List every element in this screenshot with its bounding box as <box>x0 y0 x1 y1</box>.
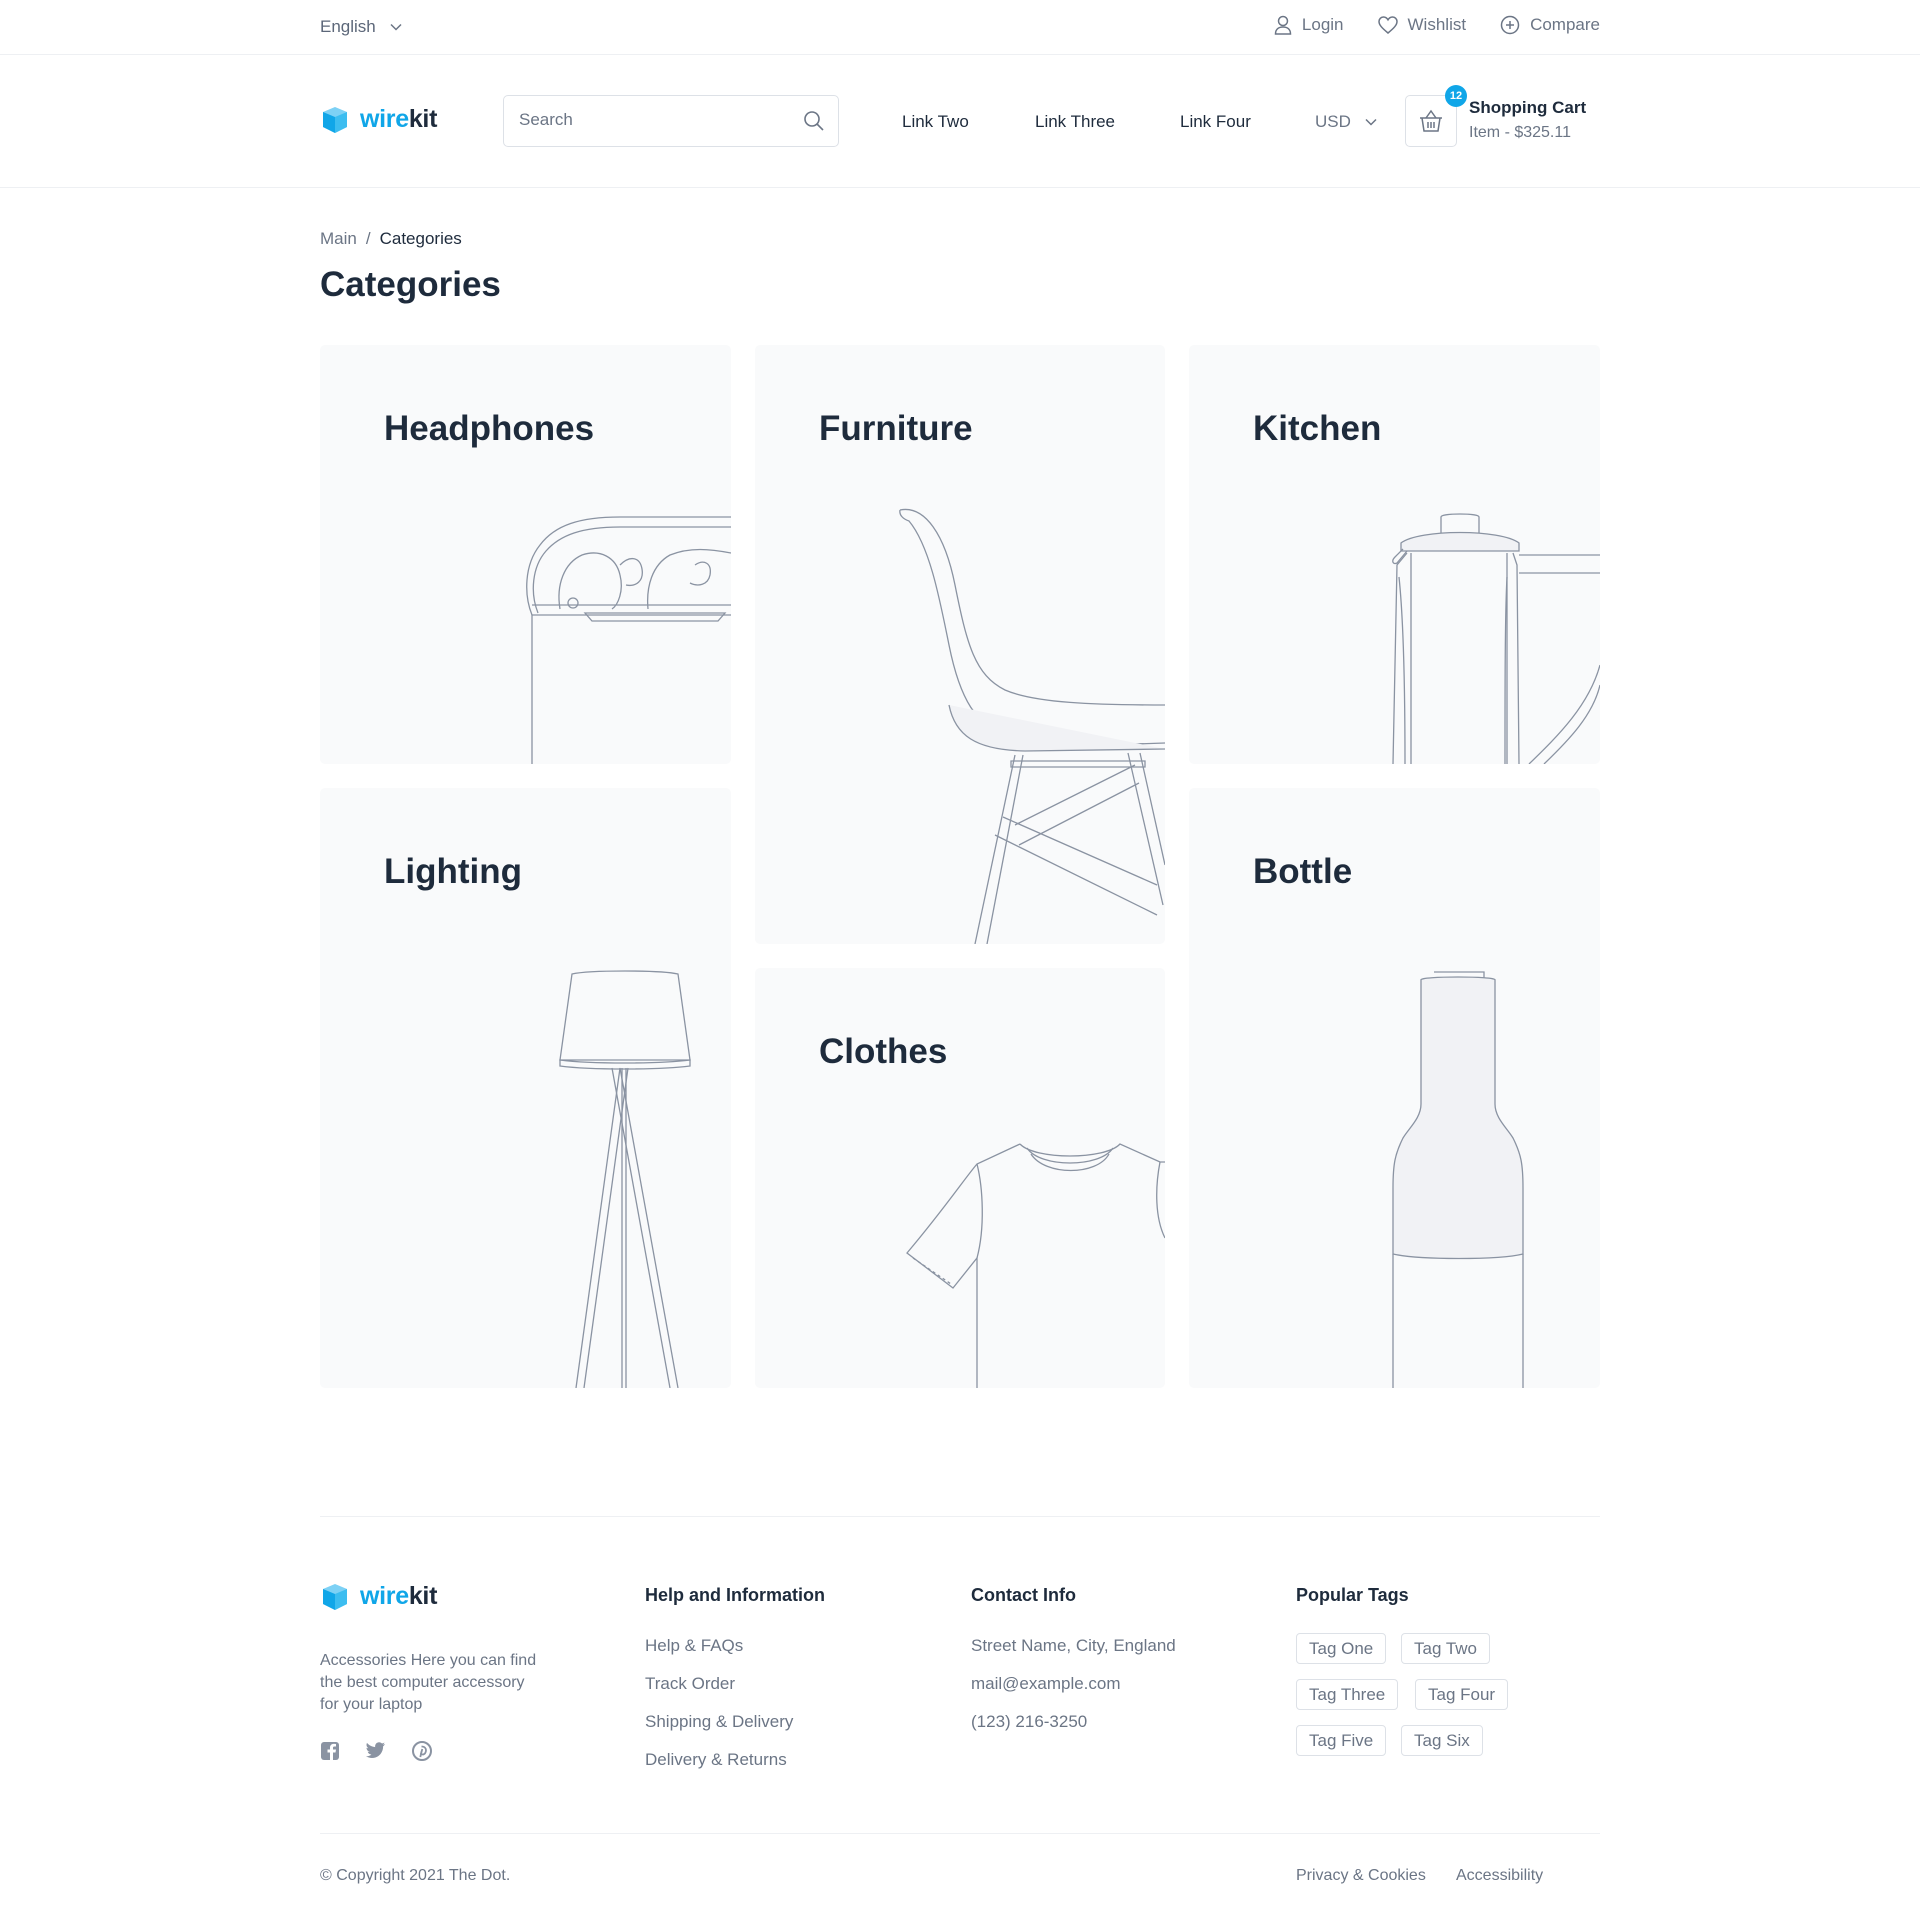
tag-chip[interactable]: Tag Five <box>1296 1725 1387 1756</box>
category-title: Headphones <box>384 409 595 448</box>
main-header: wirekit Link Two Link Three Link Four US… <box>0 56 1920 188</box>
accessibility-link[interactable]: Accessibility <box>1456 1867 1543 1885</box>
compare-label: Compare <box>1530 15 1600 34</box>
category-card-furniture[interactable]: Furniture <box>755 345 1165 944</box>
chair-icon <box>899 508 1165 944</box>
category-title: Clothes <box>819 1032 948 1071</box>
chevron-down-icon <box>390 23 402 31</box>
contact-address: Street Name, City, England <box>971 1636 1176 1655</box>
breadcrumb-separator: / <box>365 229 371 248</box>
compare-link[interactable]: Compare <box>1500 15 1600 35</box>
privacy-cookies-link[interactable]: Privacy & Cookies <box>1296 1867 1426 1885</box>
page-title: Categories <box>320 265 501 304</box>
shipping-delivery-link[interactable]: Shipping & Delivery <box>645 1710 793 1733</box>
logo-text-kit: kit <box>408 105 438 133</box>
copyright-text: © Copyright 2021 The Dot. <box>320 1867 511 1884</box>
site-logo[interactable]: wirekit <box>320 105 437 134</box>
category-card-lighting[interactable]: Lighting <box>320 788 731 1388</box>
currency-label: USD <box>1315 112 1351 131</box>
tag-chip[interactable]: Tag One <box>1296 1633 1387 1664</box>
footer-logo[interactable]: wirekit <box>320 1582 437 1611</box>
footer-bottom-divider <box>320 1833 1600 1834</box>
currency-select[interactable]: USD <box>1315 112 1377 132</box>
category-title: Bottle <box>1253 852 1353 891</box>
breadcrumb: Main / Categories <box>320 229 462 249</box>
category-card-kitchen[interactable]: Kitchen <box>1189 345 1600 764</box>
language-select[interactable]: English <box>320 17 402 37</box>
nav-link-four[interactable]: Link Four <box>1180 112 1251 132</box>
login-link[interactable]: Login <box>1274 15 1344 35</box>
tag-chip[interactable]: Tag Six <box>1401 1725 1483 1756</box>
category-title: Kitchen <box>1253 409 1382 448</box>
cart-summary: Item - $325.11 <box>1469 124 1571 141</box>
contact-heading: Contact Info <box>971 1585 1076 1605</box>
contact-email[interactable]: mail@example.com <box>971 1672 1176 1695</box>
login-label: Login <box>1301 15 1344 34</box>
earbuds-case-icon <box>526 516 731 764</box>
tag-chip[interactable]: Tag Three <box>1296 1679 1399 1710</box>
search-input[interactable] <box>519 96 799 144</box>
cube-logo-icon <box>323 1583 347 1610</box>
help-links: Help & FAQs Track Order Shipping & Deliv… <box>645 1634 793 1771</box>
nav-link-three[interactable]: Link Three <box>1035 112 1115 132</box>
category-card-bottle[interactable]: Bottle <box>1189 788 1600 1388</box>
tshirt-icon <box>906 1143 1165 1388</box>
help-faqs-link[interactable]: Help & FAQs <box>645 1634 793 1657</box>
facebook-icon[interactable] <box>320 1741 340 1766</box>
category-card-headphones[interactable]: Headphones <box>320 345 731 764</box>
pinterest-icon[interactable] <box>412 1741 432 1766</box>
wishlist-link[interactable]: Wishlist <box>1377 15 1467 35</box>
cart-title[interactable]: Shopping Cart <box>1469 98 1586 118</box>
twitter-icon[interactable] <box>366 1741 386 1764</box>
tag-chip[interactable]: Tag Four <box>1415 1679 1509 1710</box>
footer-divider <box>320 1516 1600 1517</box>
top-bar: English Login Wishlist Compare <box>0 0 1920 55</box>
floor-lamp-icon <box>559 970 691 1388</box>
contact-info: Street Name, City, England mail@example.… <box>971 1634 1176 1733</box>
chevron-down-icon <box>1365 118 1377 126</box>
logo-text-kit: kit <box>408 1582 438 1610</box>
user-icon <box>1274 15 1292 35</box>
tags-heading: Popular Tags <box>1296 1585 1409 1605</box>
search-icon[interactable] <box>803 110 825 132</box>
help-heading: Help and Information <box>645 1585 825 1605</box>
bottle-icon <box>1392 971 1524 1388</box>
track-order-link[interactable]: Track Order <box>645 1672 793 1695</box>
contact-phone[interactable]: (123) 216-3250 <box>971 1710 1176 1733</box>
search-box <box>503 95 839 147</box>
breadcrumb-main[interactable]: Main <box>320 229 357 249</box>
category-title: Furniture <box>819 409 973 448</box>
breadcrumb-current: Categories <box>379 229 462 248</box>
plus-circle-icon <box>1500 15 1520 35</box>
logo-text-wire: wire <box>360 1582 409 1610</box>
logo-text-wire: wire <box>360 105 409 133</box>
kettle-icon <box>1392 513 1600 764</box>
category-title: Lighting <box>384 852 523 891</box>
footer-description: Accessories Here you can find the best c… <box>320 1652 537 1713</box>
language-label: English <box>320 17 376 36</box>
delivery-returns-link[interactable]: Delivery & Returns <box>645 1748 793 1771</box>
heart-icon <box>1377 16 1398 34</box>
cart-count-badge: 12 <box>1445 85 1467 107</box>
category-card-clothes[interactable]: Clothes <box>755 968 1165 1388</box>
cube-logo-icon <box>323 106 347 133</box>
nav-link-two[interactable]: Link Two <box>902 112 969 132</box>
tag-chip[interactable]: Tag Two <box>1401 1633 1491 1664</box>
wishlist-label: Wishlist <box>1407 15 1467 34</box>
basket-icon <box>1420 109 1442 132</box>
